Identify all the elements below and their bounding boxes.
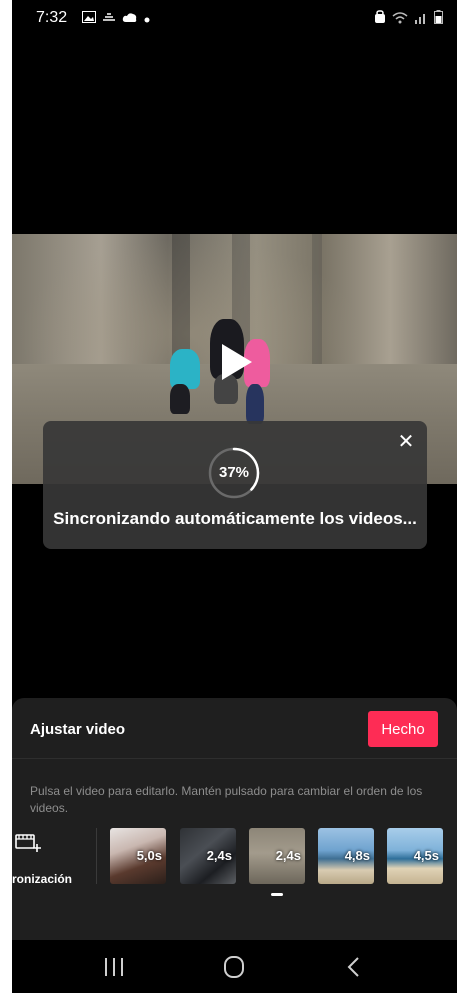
progress-message: Sincronizando automáticamente los videos… [53,509,417,528]
clip-thumbnail[interactable]: 5,0s [110,828,166,884]
dot-icon [144,10,150,28]
clip-strip: ncronización 5,0s 2,4s 2,4s 4,8s 4,5s [12,826,457,888]
strip-separator [96,828,97,884]
sheet-hint: Pulsa el video para editarlo. Mantén pul… [30,784,423,815]
phone-screen: 7:32 ✕ 37% Sincronizando automáticamente… [12,0,457,993]
home-icon[interactable] [214,954,254,980]
clip-duration: 2,4s [275,848,301,863]
clip-duration: 4,5s [413,848,439,863]
gallery-icon [82,10,96,28]
alarm-icon [374,10,386,29]
clip-duration: 4,8s [344,848,370,863]
status-right-icons [374,10,443,29]
recents-icon[interactable] [94,954,134,980]
clip-thumbnail[interactable]: 4,8s [318,828,374,884]
status-bar: 7:32 [12,0,457,36]
clip-thumbnail[interactable]: 2,4s [249,828,305,884]
cloud-icon [122,10,138,28]
battery-icon [434,10,443,29]
child-figure [170,349,200,389]
sync-button[interactable]: ncronización [12,830,96,890]
clip-duration: 5,0s [136,848,162,863]
weather-icon [102,10,116,28]
done-button[interactable]: Hecho [368,711,438,747]
system-nav-bar [12,940,457,993]
progress-percent: 37% [218,464,250,481]
sync-label: ncronización [12,872,73,886]
back-icon[interactable] [334,954,374,980]
sheet-title: Ajustar video [30,721,126,738]
clip-duration: 2,4s [206,848,232,863]
selected-clip-indicator [271,893,283,896]
status-time: 7:32 [36,9,68,26]
close-icon[interactable]: ✕ [395,431,417,453]
sync-progress-dialog: ✕ 37% Sincronizando automáticamente los … [43,421,427,549]
wifi-icon [392,11,408,29]
clip-thumbnail[interactable]: 4,5s [387,828,443,884]
film-sync-icon [15,834,41,852]
sheet-divider [12,758,457,759]
status-left-icons [82,10,150,28]
play-icon[interactable] [222,344,252,380]
child-figure [246,384,264,424]
signal-icon [414,11,428,29]
child-figure [170,384,190,414]
adjust-video-sheet: Ajustar video Hecho Pulsa el video para … [12,698,457,940]
clip-thumbnail[interactable]: 2,4s [180,828,236,884]
